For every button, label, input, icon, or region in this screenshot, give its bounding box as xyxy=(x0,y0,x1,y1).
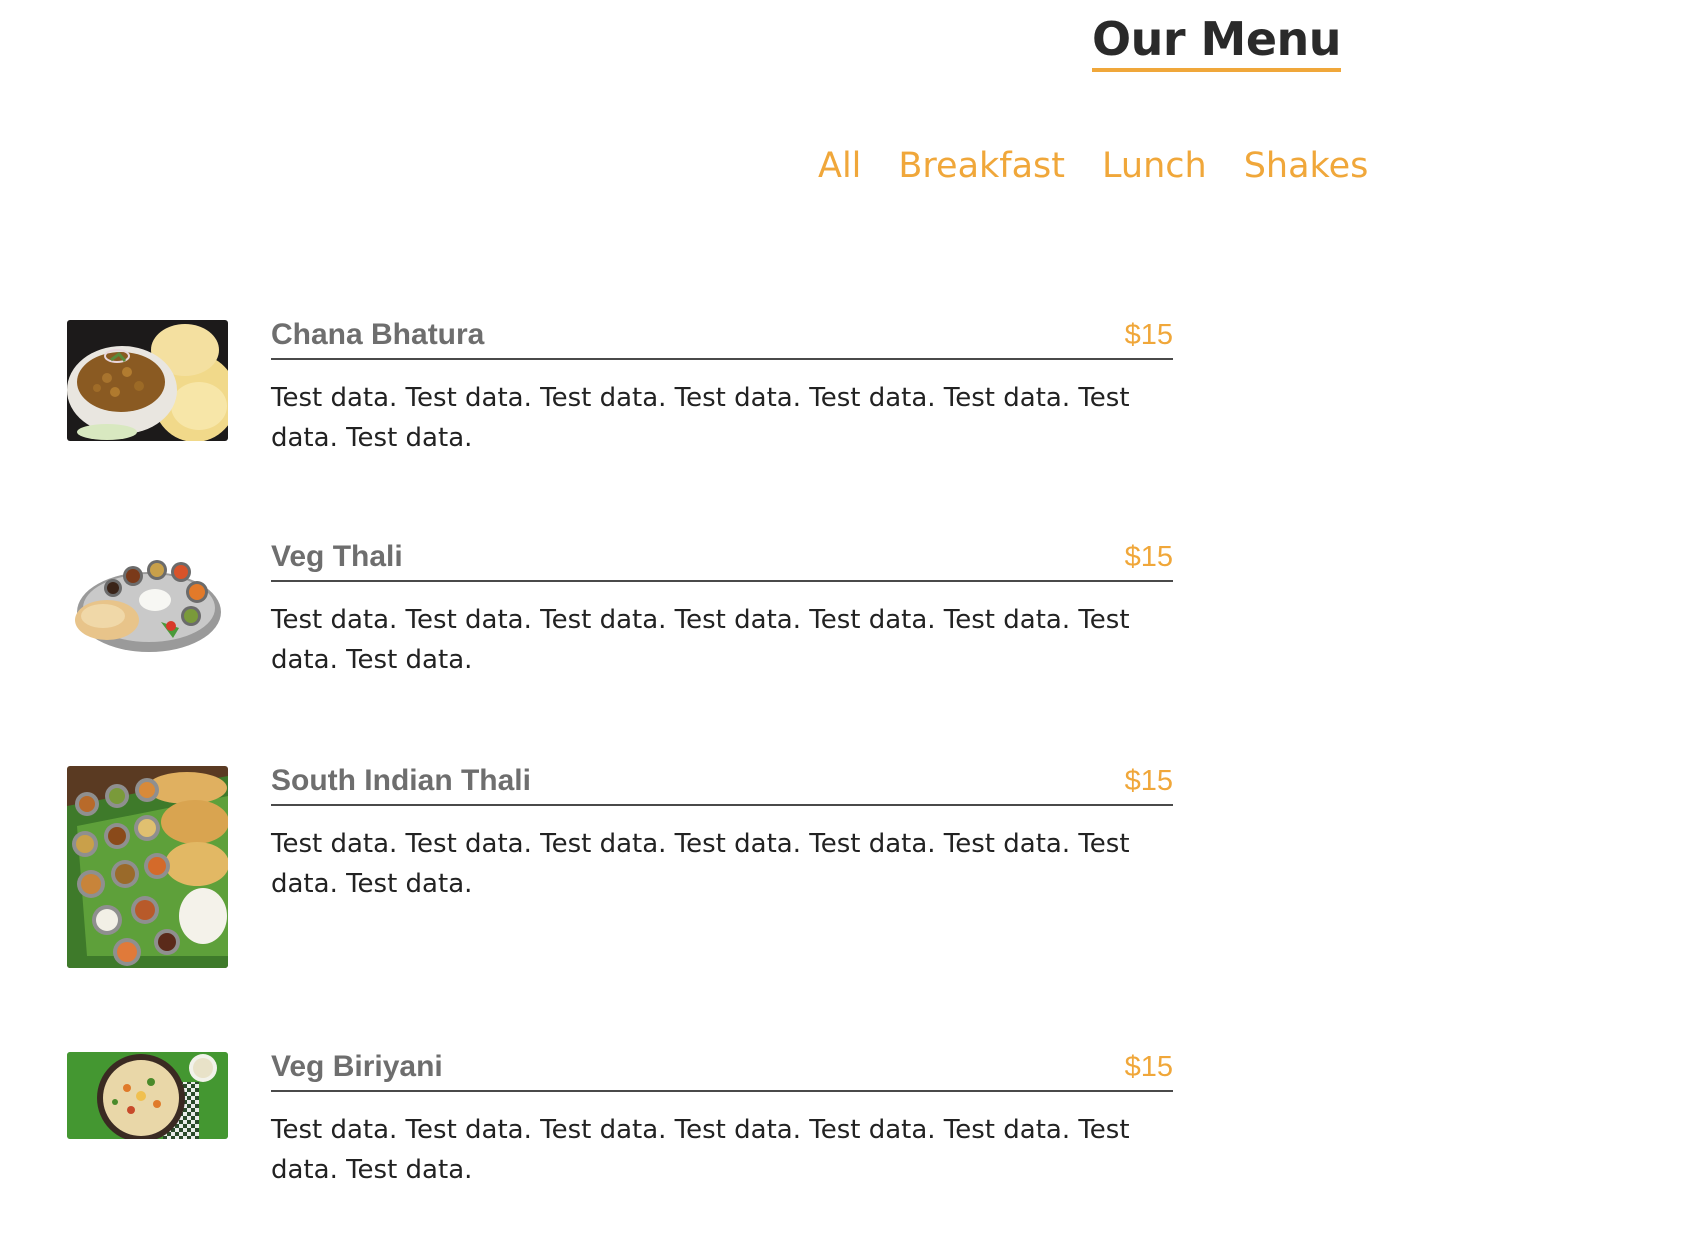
menu-item-name: Veg Biriyani xyxy=(271,1050,443,1083)
menu-item-header: Veg Biriyani $15 xyxy=(271,1046,1173,1092)
tab-shakes[interactable]: Shakes xyxy=(1244,140,1369,192)
tab-lunch[interactable]: Lunch xyxy=(1102,140,1207,192)
tab-breakfast[interactable]: Breakfast xyxy=(898,140,1065,192)
chana-bhatura-image xyxy=(67,320,228,441)
menu-item-body: Veg Thali $15 Test data. Test data. Test… xyxy=(271,536,1173,680)
menu-item-header: South Indian Thali $15 xyxy=(271,760,1173,806)
menu-item-body: Veg Biriyani $15 Test data. Test data. T… xyxy=(271,1046,1173,1190)
tab-all[interactable]: All xyxy=(818,140,861,192)
menu-item-name: Veg Thali xyxy=(271,540,403,573)
veg-thali-image xyxy=(67,542,228,663)
menu-item-name: South Indian Thali xyxy=(271,764,531,797)
menu-item-header: Veg Thali $15 xyxy=(271,536,1173,582)
menu-category-tabs: All Breakfast Lunch Shakes xyxy=(818,140,1368,192)
menu-item-price: $15 xyxy=(1124,541,1173,573)
veg-biriyani-image xyxy=(67,1052,228,1139)
menu-item-description: Test data. Test data. Test data. Test da… xyxy=(271,383,1130,453)
page-header: Our Menu xyxy=(1092,10,1342,72)
page-title: Our Menu xyxy=(1092,10,1342,72)
menu-item-price: $15 xyxy=(1124,1051,1173,1083)
menu-item-body: South Indian Thali $15 Test data. Test d… xyxy=(271,760,1173,904)
menu-item-price: $15 xyxy=(1124,319,1173,351)
menu-item-description: Test data. Test data. Test data. Test da… xyxy=(271,605,1130,675)
menu-item-description: Test data. Test data. Test data. Test da… xyxy=(271,1115,1130,1185)
menu-item-description: Test data. Test data. Test data. Test da… xyxy=(271,829,1130,899)
menu-item-price: $15 xyxy=(1124,765,1173,797)
menu-item-body: Chana Bhatura $15 Test data. Test data. … xyxy=(271,314,1173,458)
menu-item-name: Chana Bhatura xyxy=(271,318,485,351)
menu-item-header: Chana Bhatura $15 xyxy=(271,314,1173,360)
south-indian-thali-image xyxy=(67,766,228,968)
